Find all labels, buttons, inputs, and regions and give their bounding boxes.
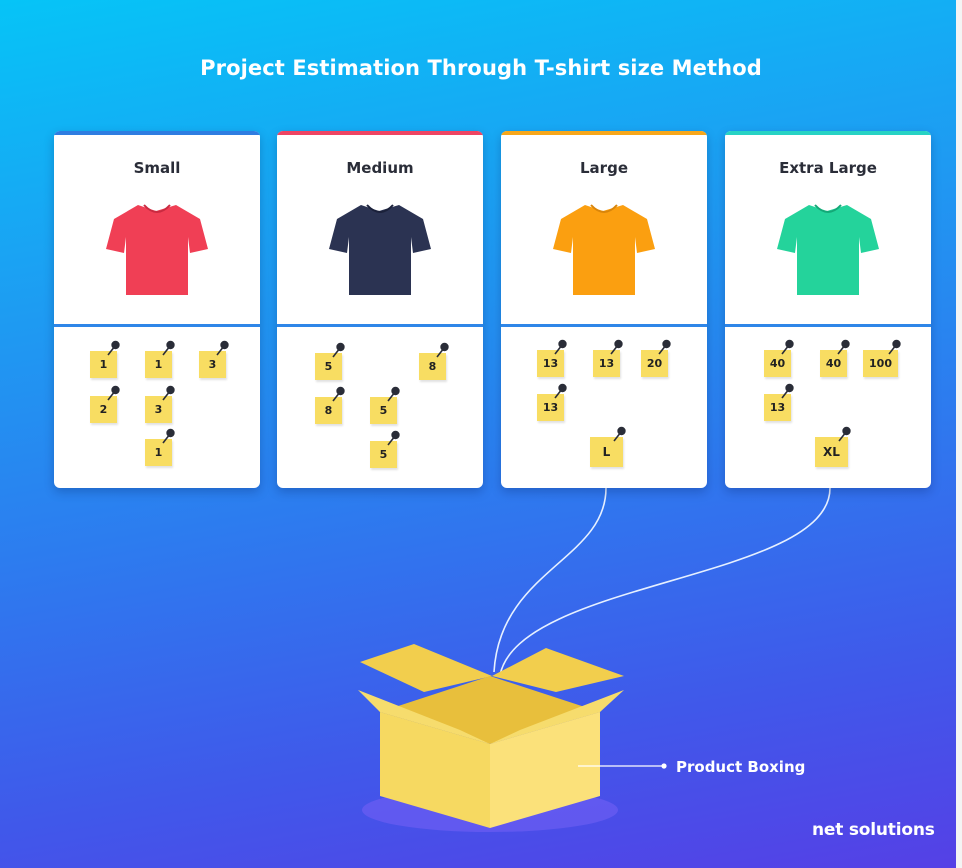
push-pin-icon: [554, 383, 567, 399]
push-pin-icon: [387, 386, 400, 402]
card-label: Small: [133, 159, 181, 177]
push-pin-icon: [332, 386, 345, 402]
push-pin-icon: [658, 339, 671, 355]
sticky-note: 100: [863, 339, 901, 377]
sticky-note: 13: [764, 383, 794, 421]
product-boxing-label: Product Boxing: [676, 758, 806, 776]
sticky-note: 1: [145, 428, 175, 466]
sticky-note: 5: [315, 342, 345, 380]
push-pin-icon: [436, 342, 449, 358]
sticky-note: 20: [641, 339, 671, 377]
t-shirt-icon: [777, 204, 879, 295]
t-shirt-icon: [329, 204, 431, 295]
connector-extra-large: [499, 487, 831, 676]
push-pin-icon: [838, 426, 851, 442]
card-label: Medium: [346, 159, 414, 177]
card-divider: [277, 324, 483, 327]
sticky-note: 13: [537, 339, 567, 377]
sticky-note: 1: [90, 340, 120, 378]
brand-logo: net solutions: [812, 820, 935, 840]
sticky-note: 5: [370, 386, 400, 424]
card-divider: [501, 324, 707, 327]
sticky-note: 2: [90, 385, 120, 423]
push-pin-icon: [216, 340, 229, 356]
sticky-note: XL: [815, 426, 851, 467]
open-box-icon: [358, 644, 624, 828]
t-shirt-icon: [106, 204, 208, 295]
sticky-note: 8: [419, 342, 449, 380]
push-pin-icon: [107, 385, 120, 401]
card-accent-bar: [725, 131, 931, 135]
sticky-note: 5: [370, 430, 400, 468]
push-pin-icon: [610, 339, 623, 355]
push-pin-icon: [162, 340, 175, 356]
card-small: Small 1 1 3 2 3 1: [54, 131, 260, 488]
sticky-note: 8: [315, 386, 345, 424]
push-pin-icon: [387, 430, 400, 446]
t-shirt-icon: [553, 204, 655, 295]
push-pin-icon: [162, 385, 175, 401]
push-pin-icon: [888, 339, 901, 355]
push-pin-icon: [162, 428, 175, 444]
push-pin-icon: [613, 426, 626, 442]
frame-edge: [956, 0, 962, 868]
card-medium: Medium 5 8 8 5 5: [277, 131, 483, 488]
card-label: Large: [580, 159, 628, 177]
sticky-note: 13: [593, 339, 623, 377]
push-pin-icon: [781, 383, 794, 399]
sticky-note: L: [590, 426, 626, 467]
card-divider: [725, 324, 931, 327]
card-label: Extra Large: [779, 159, 877, 177]
sticky-note: 40: [820, 339, 850, 377]
sticky-note: 40: [764, 339, 794, 377]
push-pin-icon: [554, 339, 567, 355]
sticky-note: 1: [145, 340, 175, 378]
sticky-note: 3: [199, 340, 229, 378]
sticky-note: 13: [537, 383, 567, 421]
sticky-note: 3: [145, 385, 175, 423]
card-large: Large 13 13 20 13 L: [501, 131, 707, 488]
push-pin-icon: [837, 339, 850, 355]
push-pin-icon: [781, 339, 794, 355]
card-extra-large: Extra Large 40 40 100 13 XL: [725, 131, 931, 488]
card-divider: [54, 324, 260, 327]
push-pin-icon: [107, 340, 120, 356]
box-shadow: [362, 788, 618, 832]
page-title: Project Estimation Through T-shirt size …: [200, 56, 762, 80]
card-accent-bar: [501, 131, 707, 135]
card-accent-bar: [277, 131, 483, 135]
connector-large: [493, 487, 607, 673]
card-accent-bar: [54, 131, 260, 135]
push-pin-icon: [332, 342, 345, 358]
